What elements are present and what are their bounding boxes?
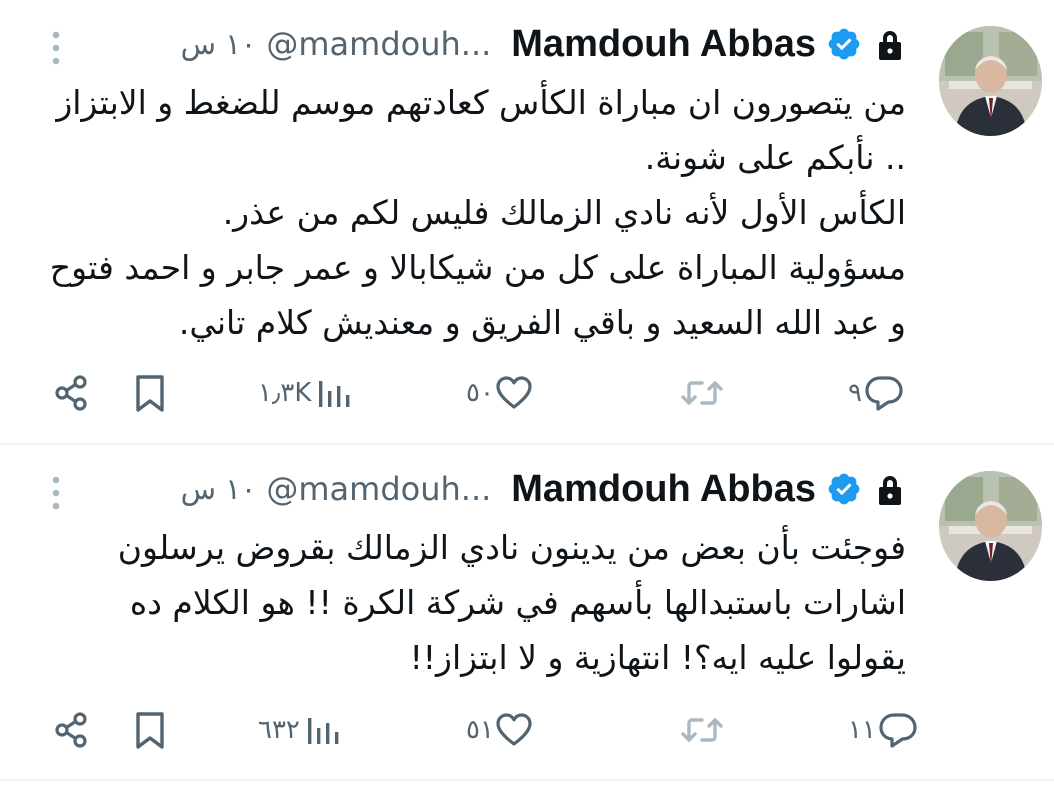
tweet-header: ١٠ س @mamdouh... Mamdouh Abbas [181,465,904,513]
tweet-divider [0,779,1054,781]
display-name[interactable]: Mamdouh Abbas [511,23,816,66]
views-button[interactable]: ١٫٣K [258,368,353,418]
tweet[interactable]: ١٠ س @mamdouh... Mamdouh Abbas فوجئت بأن… [0,445,1054,780]
tweet-header: ١٠ س @mamdouh... Mamdouh Abbas [181,20,904,68]
replies-count: ١١ [848,715,876,745]
share-button[interactable] [52,368,92,418]
reply-icon [865,376,903,411]
retweet-icon [681,381,723,405]
likes-count: ٥١ [466,715,494,745]
heart-icon [496,713,532,746]
avatar[interactable] [939,471,1042,581]
share-icon [55,712,87,748]
bookmark-button[interactable] [132,368,168,418]
tweet-time[interactable]: ١٠ س [181,472,257,506]
views-icon [307,718,339,744]
tweet-actions: ١٫٣K ٥٠ ٩ [0,368,1054,418]
like-button[interactable]: ٥١ [466,705,534,755]
like-button[interactable]: ٥٠ [466,368,534,418]
user-handle[interactable]: @mamdouh... [266,470,491,508]
lock-icon [879,476,901,505]
retweet-button[interactable] [680,705,724,755]
user-handle[interactable]: @mamdouh... [266,25,491,63]
views-button[interactable]: ٦٣٢ [258,705,342,755]
tweet-text: فوجئت بأن بعض من يدينون نادي الزمالك بقر… [117,528,906,677]
tweet[interactable]: ١٠ س @mamdouh... Mamdouh Abbas من يتصورو… [0,0,1054,445]
tweet-time[interactable]: ١٠ س [181,27,257,61]
timeline: ١٠ س @mamdouh... Mamdouh Abbas من يتصورو… [0,0,1054,806]
views-icon [319,381,350,407]
share-icon [55,375,87,411]
retweet-icon [681,718,723,742]
bookmark-icon [136,375,164,412]
heart-icon [496,376,532,409]
views-count: ٦٣٢ [258,715,300,745]
reply-icon [879,713,917,748]
more-vertical-icon[interactable] [46,30,66,66]
lock-icon [879,31,901,60]
share-button[interactable] [52,705,92,755]
tweet-actions: ٦٣٢ ٥١ ١١ [0,705,1054,755]
likes-count: ٥٠ [466,378,494,408]
replies-count: ٩ [848,378,862,408]
avatar[interactable] [939,26,1042,136]
display-name[interactable]: Mamdouh Abbas [511,468,816,511]
views-count: ١٫٣K [258,378,312,408]
verified-badge-icon [828,473,860,505]
tweet-text: من يتصورون ان مباراة الكأس كعادتهم موسم … [49,83,906,342]
reply-button[interactable]: ٩ [848,368,906,418]
bookmark-button[interactable] [132,705,168,755]
retweet-button[interactable] [680,368,724,418]
verified-badge-icon [828,28,860,60]
reply-button[interactable]: ١١ [848,705,920,755]
more-vertical-icon[interactable] [46,475,66,511]
bookmark-icon [136,712,164,749]
